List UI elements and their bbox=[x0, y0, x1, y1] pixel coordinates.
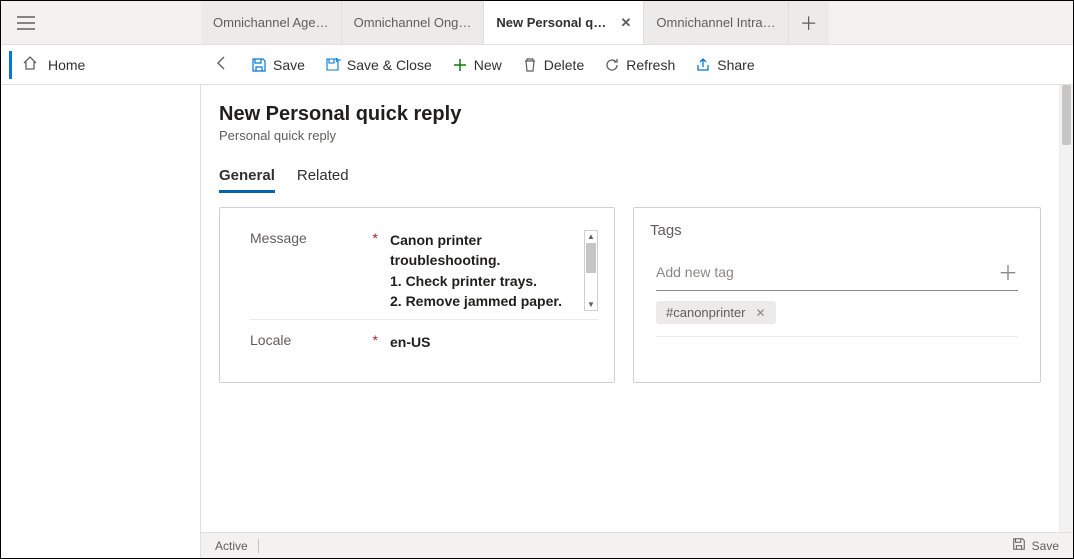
share-icon bbox=[695, 57, 711, 73]
button-label: Share bbox=[717, 57, 754, 73]
tags-section-title: Tags bbox=[650, 222, 1024, 239]
save-close-icon bbox=[325, 57, 341, 73]
add-tag-button[interactable]: ＋ bbox=[998, 257, 1018, 286]
required-marker: * bbox=[373, 230, 378, 246]
form-tabs: General Related bbox=[219, 167, 1055, 193]
save-button[interactable]: Save bbox=[243, 53, 313, 77]
active-marker bbox=[9, 51, 12, 79]
tab-label: Omnichannel Intra… bbox=[656, 15, 775, 30]
tab-related[interactable]: Related bbox=[297, 167, 349, 193]
save-and-close-button[interactable]: Save & Close bbox=[317, 53, 440, 77]
trash-icon bbox=[522, 57, 538, 73]
button-label: Save & Close bbox=[347, 57, 432, 73]
record-status: Active bbox=[215, 539, 248, 553]
close-icon[interactable]: ✕ bbox=[621, 15, 632, 31]
tab-new-personal-quick-reply[interactable]: New Personal quick reply ✕ bbox=[484, 1, 644, 44]
tag-chip[interactable]: #canonprinter ✕ bbox=[656, 301, 776, 324]
sidebar-item-label: Home bbox=[48, 57, 85, 73]
tab-general[interactable]: General bbox=[219, 167, 275, 193]
new-tab-button[interactable]: ＋ bbox=[789, 1, 829, 44]
plus-icon bbox=[452, 57, 468, 73]
button-label: New bbox=[474, 57, 502, 73]
field-locale[interactable]: Locale * en-US bbox=[250, 328, 598, 360]
save-icon bbox=[251, 57, 267, 73]
scroll-thumb[interactable] bbox=[1062, 85, 1071, 145]
field-value-message[interactable]: Canon printer troubleshooting. 1. Check … bbox=[390, 230, 578, 311]
home-icon bbox=[22, 55, 38, 74]
footer-save-button[interactable]: Save bbox=[1012, 537, 1059, 554]
required-marker: * bbox=[373, 332, 378, 348]
add-tag-input[interactable] bbox=[656, 264, 998, 280]
back-button[interactable] bbox=[213, 54, 231, 75]
sidebar-item-home[interactable]: Home bbox=[1, 45, 201, 85]
message-scrollbar[interactable]: ▲ ▼ bbox=[584, 230, 598, 311]
refresh-button[interactable]: Refresh bbox=[596, 53, 683, 77]
tab-label: Omnichannel Age… bbox=[213, 15, 329, 30]
tags-divider bbox=[656, 336, 1018, 337]
tab-label: Omnichannel Ong… bbox=[354, 15, 472, 30]
button-label: Save bbox=[1032, 539, 1059, 553]
fields-panel: Message * Canon printer troubleshooting.… bbox=[219, 207, 615, 383]
new-button[interactable]: New bbox=[444, 53, 510, 77]
page-scrollbar[interactable] bbox=[1059, 85, 1073, 532]
tab-strip: Omnichannel Age… Omnichannel Ong… New Pe… bbox=[1, 1, 1073, 45]
scroll-down-icon[interactable]: ▼ bbox=[585, 300, 597, 309]
page-subtitle: Personal quick reply bbox=[219, 128, 1055, 143]
tags-panel: Tags ＋ #canonprinter ✕ bbox=[633, 207, 1041, 383]
field-message[interactable]: Message * Canon printer troubleshooting.… bbox=[250, 226, 598, 320]
page-title: New Personal quick reply bbox=[219, 103, 1055, 126]
button-label: Save bbox=[273, 57, 305, 73]
field-label-text: Locale bbox=[250, 332, 291, 348]
share-button[interactable]: Share bbox=[687, 53, 762, 77]
button-label: Refresh bbox=[626, 57, 675, 73]
remove-tag-icon[interactable]: ✕ bbox=[756, 306, 766, 320]
field-value-locale[interactable]: en-US bbox=[390, 332, 598, 352]
tab-omnichannel-agent[interactable]: Omnichannel Age… bbox=[201, 1, 342, 44]
delete-button[interactable]: Delete bbox=[514, 53, 592, 77]
button-label: Delete bbox=[544, 57, 584, 73]
tab-omnichannel-ongoing[interactable]: Omnichannel Ong… bbox=[342, 1, 485, 44]
status-bar: Active Save bbox=[201, 532, 1073, 558]
field-label-text: Message bbox=[250, 230, 307, 246]
tag-chip-label: #canonprinter bbox=[666, 305, 746, 320]
scroll-up-icon[interactable]: ▲ bbox=[585, 232, 597, 241]
status-divider bbox=[258, 539, 259, 553]
refresh-icon bbox=[604, 57, 620, 73]
add-tag-row: ＋ bbox=[656, 257, 1018, 291]
tab-label: New Personal quick reply bbox=[496, 15, 612, 30]
hamburger-icon[interactable] bbox=[17, 16, 35, 30]
tab-omnichannel-intraday[interactable]: Omnichannel Intra… bbox=[644, 1, 788, 44]
command-bar: Save Save & Close New Delete Refresh bbox=[201, 45, 1073, 85]
save-icon bbox=[1012, 537, 1026, 554]
hamburger-cell bbox=[1, 1, 201, 44]
scroll-thumb[interactable] bbox=[586, 243, 596, 273]
